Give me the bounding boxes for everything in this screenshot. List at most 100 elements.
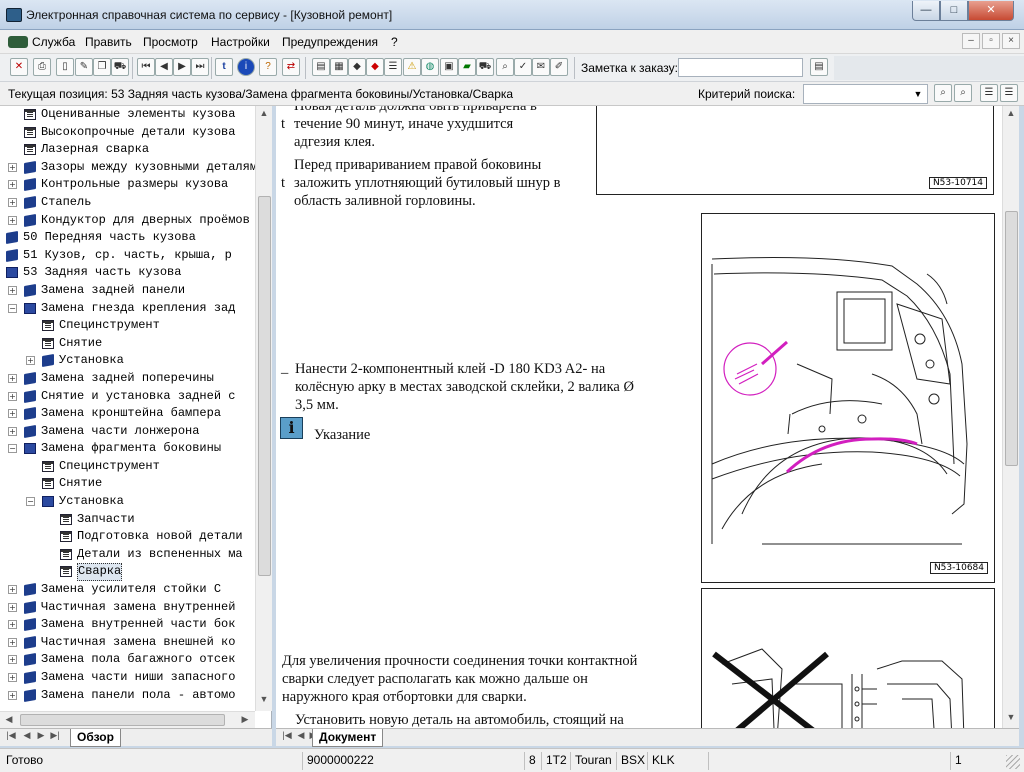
exit-icon[interactable]: ✕: [10, 58, 28, 76]
expand-icon[interactable]: +: [8, 180, 17, 190]
first-tab-icon[interactable]: |◀: [280, 730, 294, 741]
scroll-down-icon[interactable]: ▼: [257, 694, 271, 704]
expand-icon[interactable]: +: [8, 197, 17, 207]
tree-item[interactable]: 50 Передняя часть кузова: [0, 229, 271, 247]
minimize-button[interactable]: —: [912, 1, 940, 21]
search-next-icon[interactable]: ⌕: [954, 84, 972, 102]
tree-item[interactable]: + Снятие и установка задней с: [0, 388, 271, 406]
expand-icon[interactable]: +: [8, 673, 17, 682]
list-icon[interactable]: ☰: [384, 58, 402, 76]
tree-item[interactable]: − Установка: [0, 493, 271, 511]
mdi-restore-button[interactable]: ▫: [982, 33, 1000, 49]
search-list-alt-icon[interactable]: ☰: [1000, 84, 1018, 102]
tree-item[interactable]: Детали из вспененных ма: [0, 546, 271, 564]
copy-icon[interactable]: ❐: [93, 58, 111, 76]
help-icon[interactable]: ?: [259, 58, 277, 76]
document-icon[interactable]: ▣: [440, 58, 458, 76]
menu-service[interactable]: Служба: [32, 35, 75, 49]
tree-item[interactable]: − Замена фрагмента боковины: [0, 440, 271, 458]
scroll-right-icon[interactable]: ▶: [238, 714, 252, 725]
expand-icon[interactable]: +: [8, 620, 17, 630]
search-criteria-combo[interactable]: ▼: [803, 84, 928, 104]
scroll-up-icon[interactable]: ▲: [1004, 108, 1018, 118]
menu-edit[interactable]: Править: [85, 35, 132, 49]
expand-icon[interactable]: +: [8, 162, 17, 172]
last-tab-icon[interactable]: ▶|: [48, 730, 62, 741]
scroll-left-icon[interactable]: ◀: [2, 714, 16, 725]
expand-icon[interactable]: +: [8, 637, 17, 647]
tree-item[interactable]: + Замена пола багажного отсек: [0, 651, 271, 669]
search-binoculars-icon[interactable]: ⌕: [934, 84, 952, 102]
expand-icon[interactable]: +: [8, 655, 17, 665]
next-tab-icon[interactable]: ▶: [34, 730, 48, 741]
expand-icon[interactable]: +: [8, 602, 17, 612]
tree-item[interactable]: Оцениванные элементы кузова: [0, 106, 271, 124]
tree-item[interactable]: + Стапель: [0, 194, 271, 212]
expand-icon[interactable]: +: [8, 426, 17, 436]
note-edit-icon[interactable]: ✐: [550, 58, 568, 76]
expand-icon[interactable]: +: [8, 585, 17, 595]
tree-item[interactable]: Специнструмент: [0, 458, 271, 476]
tree-item[interactable]: + Замена кронштейна бампера: [0, 405, 271, 423]
tree-item[interactable]: − Замена гнезда крепления зад: [0, 300, 271, 318]
tree-item[interactable]: + Замена задней поперечины: [0, 370, 271, 388]
tree-item[interactable]: + Замена задней панели: [0, 282, 271, 300]
vehicle-icon[interactable]: ⛟: [111, 58, 129, 76]
new-document-icon[interactable]: ▯: [56, 58, 74, 76]
tree-item[interactable]: Запчасти: [0, 511, 271, 529]
info-icon[interactable]: i: [237, 58, 255, 76]
menu-warnings[interactable]: Предупреждения: [282, 35, 378, 49]
document-scroll-thumb[interactable]: [1005, 211, 1018, 466]
car-search-icon[interactable]: ⌕: [496, 58, 514, 76]
diamond-icon[interactable]: ◆: [366, 58, 384, 76]
tree-item[interactable]: + Замена части лонжерона: [0, 423, 271, 441]
close-button[interactable]: ✕: [968, 1, 1014, 21]
next-page-icon[interactable]: ▶: [173, 58, 191, 76]
chevron-down-icon[interactable]: ▼: [911, 87, 925, 101]
part-icon[interactable]: ◆: [348, 58, 366, 76]
last-page-icon[interactable]: ⏭: [191, 58, 209, 76]
tree-item[interactable]: Снятие: [0, 475, 271, 493]
tree-vertical-scrollbar[interactable]: ▲ ▼: [255, 106, 272, 711]
tree-item[interactable]: + Замена усилителя стойки С: [0, 581, 271, 599]
grid-icon[interactable]: ▦: [330, 58, 348, 76]
expand-icon[interactable]: +: [8, 373, 17, 383]
tree-item[interactable]: + Установка: [0, 352, 271, 370]
check-document-icon[interactable]: ✓: [514, 58, 532, 76]
collapse-icon[interactable]: −: [8, 303, 17, 313]
tree-item[interactable]: + Контрольные размеры кузова: [0, 176, 271, 194]
edit-document-icon[interactable]: ✎: [75, 58, 93, 76]
tree-item[interactable]: Подготовка новой детали: [0, 528, 271, 546]
expand-icon[interactable]: +: [8, 391, 17, 401]
scroll-down-icon[interactable]: ▼: [1004, 712, 1018, 722]
collapse-icon[interactable]: −: [8, 444, 17, 454]
tree-item[interactable]: + Замена части ниши запасного: [0, 669, 271, 687]
tree-item[interactable]: Специнструмент: [0, 317, 271, 335]
up-level-icon[interactable]: t: [215, 58, 233, 76]
order-note-button-icon[interactable]: ▤: [810, 58, 828, 76]
tree-horizontal-scrollbar[interactable]: ◀ ▶: [0, 711, 255, 728]
expand-icon[interactable]: +: [26, 356, 35, 366]
tree-item[interactable]: + Зазоры между кузовными деталями: [0, 159, 271, 177]
prev-page-icon[interactable]: ◀: [155, 58, 173, 76]
scroll-up-icon[interactable]: ▲: [257, 108, 271, 118]
print-icon[interactable]: ⎙: [33, 58, 51, 76]
tab-document[interactable]: Документ: [312, 729, 384, 747]
tree-item[interactable]: Высокопрочные детали кузова: [0, 124, 271, 142]
collapse-icon[interactable]: −: [26, 497, 35, 507]
mdi-minimize-button[interactable]: –: [962, 33, 980, 49]
tree-item[interactable]: Сварка: [0, 563, 271, 582]
warning-icon[interactable]: ⚠: [403, 58, 421, 76]
tree-item[interactable]: Лазерная сварка: [0, 141, 271, 159]
swap-icon[interactable]: ⇄: [282, 58, 300, 76]
expand-icon[interactable]: +: [8, 285, 17, 295]
order-note-input[interactable]: [678, 58, 803, 77]
book-icon[interactable]: ▤: [312, 58, 330, 76]
tree-item[interactable]: + Замена панели пола - автомо: [0, 687, 271, 705]
tree-scroll-thumb[interactable]: [258, 196, 271, 576]
expand-icon[interactable]: +: [8, 409, 17, 419]
mdi-close-button[interactable]: ×: [1002, 33, 1020, 49]
menu-view[interactable]: Просмотр: [143, 35, 198, 49]
tree-item[interactable]: + Частичная замена внутренней: [0, 599, 271, 617]
car-active-icon[interactable]: ⛟: [476, 58, 494, 76]
